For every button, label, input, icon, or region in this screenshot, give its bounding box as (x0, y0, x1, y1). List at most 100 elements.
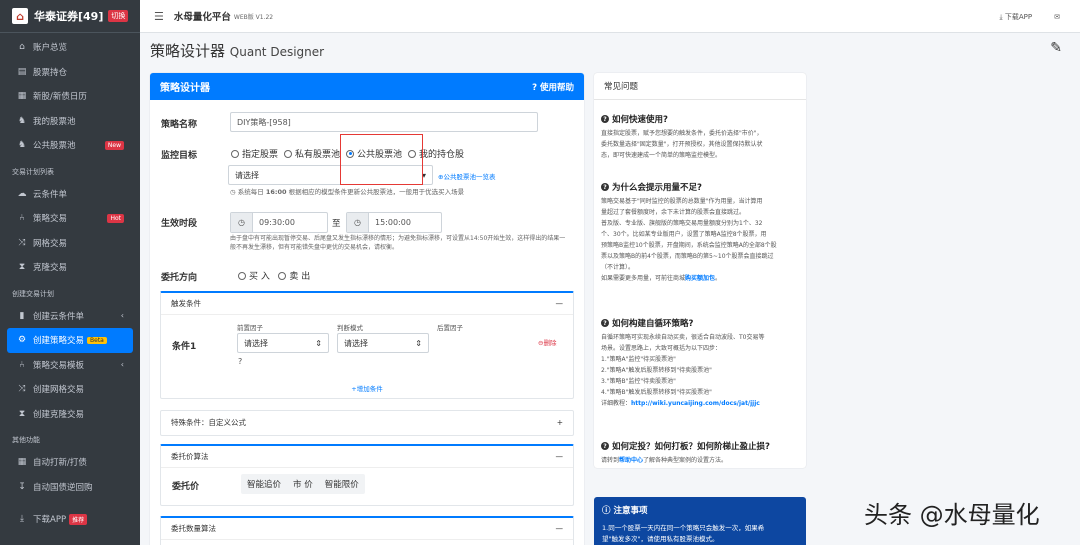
quantity-header: 委托数量算法 — (161, 518, 573, 540)
market-price-option[interactable]: 市 价 (287, 474, 319, 494)
trigger-title: 触发条件 (171, 299, 201, 308)
faq-answer-line: 个、30个。比如某专业版用户，设置了策略A监控8个股票，用 (601, 231, 767, 238)
nav-icon: ▦ (17, 457, 27, 468)
help-link[interactable]: ? 使用帮助 (532, 81, 574, 93)
end-time-input[interactable]: ◷ 15:00:00 (346, 212, 442, 233)
sidebar-item-mid-3[interactable]: ⧗ 克隆交易 (0, 255, 140, 280)
sidebar-item-top-4[interactable]: ♞ 公共股票池 New (0, 133, 140, 158)
download-app-link[interactable]: ⤓ 下载APP (1000, 12, 1033, 22)
direction-radios: 买 入 卖 出 (238, 269, 316, 282)
sidebar-item-top-0[interactable]: ⌂ 账户总览 (0, 35, 140, 60)
sidebar-item-top-3[interactable]: ♞ 我的股票池 (0, 109, 140, 134)
faq-answer-line: 自循环策略可实现永续自动买卖，很适合自动波段、T0交易等 (601, 334, 765, 341)
back-factor-label: 后置因子 (437, 324, 463, 332)
sidebar-item-create-0[interactable]: ▮ 创建云条件单 ‹ (0, 304, 140, 329)
collapse-icon[interactable]: — (556, 452, 564, 461)
app-title: 水母量化平台 (173, 12, 231, 23)
time-note: 由于盘中有可能出现暂停交易、后尾盘又发生指标漂移的情形；为避免指标漂移，可设置从… (230, 235, 566, 251)
target-radio-label: 私有股票池 (295, 150, 341, 160)
buy-quota-link[interactable]: 购买额加包 (685, 275, 715, 282)
start-time-input[interactable]: ◷ 09:30:00 (230, 212, 328, 233)
question-icon[interactable]: ? (238, 357, 242, 366)
faq-header: 常见问题 (594, 73, 806, 100)
sidebar-item-download-app[interactable]: ⤓ 下载APP 推荐 (0, 507, 140, 532)
chevron-updown-icon: ⇕ (415, 338, 422, 348)
collapse-icon[interactable]: — (556, 524, 564, 533)
nav-icon: ↧ (18, 481, 26, 492)
nav-badge: Hot (107, 213, 124, 223)
pool-note-post: 根据相应的模型条件更新公共股票池，一般用于优选买入场景 (288, 188, 465, 196)
designer-header: 策略设计器 ? 使用帮助 (150, 73, 584, 100)
radio-circle (284, 149, 293, 158)
special-condition-card[interactable]: 特殊条件：自定义公式 + (160, 410, 574, 436)
sidebar-item-create-1[interactable]: ⚙ 创建策略交易 Beta (7, 328, 133, 353)
tutorial-link[interactable]: http://wiki.yuncaijing.com/docs/jat/jjjc (631, 400, 760, 407)
mail-icon[interactable]: ✉ (1054, 13, 1060, 21)
smart-limit-option[interactable]: 智能限价 (319, 474, 365, 494)
nav-icon: ⑃ (19, 359, 25, 370)
chevron-left-icon: ‹ (120, 360, 124, 370)
sidebar-item-label: 策略交易 (33, 214, 68, 225)
faq-question: ? 如何构建自循环策略? (601, 317, 801, 329)
delete-condition-button[interactable]: ⊖删除 (538, 337, 556, 347)
pool-list-link[interactable]: ⊕公共股票池一览表 (438, 171, 495, 181)
faq-answer-more: 如果需要更多用量，可前往商城购买额加包。 (601, 273, 801, 284)
faq-tutorial: 详细教程：http://wiki.yuncaijing.com/docs/jat… (601, 398, 801, 409)
sidebar-item-create-2[interactable]: ⑃ 策略交易模板 ‹ (0, 353, 140, 378)
faq-dca: ? 如何定投？如何打板？如何阶梯止盈止损? 请转到帮助中心了解各种典型案例的设置方… (601, 440, 801, 466)
sidebar-item-top-2[interactable]: ▦ 新股/新债日历 (0, 84, 140, 109)
switch-broker-button[interactable]: 切换 (108, 10, 129, 22)
clock-icon: ◷ (347, 213, 369, 232)
question-icon: ? (601, 183, 609, 191)
target-radio-0[interactable]: 指定股票 (231, 147, 278, 160)
sidebar-item-other-1[interactable]: ↧ 自动国债逆回购 (0, 475, 140, 500)
brand: ⌂ 华泰证券[49] 切换 (0, 0, 140, 33)
sidebar-item-mid-0[interactable]: ☁ 云条件单 (0, 182, 140, 207)
faq-answer-line: 策略交易基于"同时监控的股票的总数量"作为用量，当计算用 (601, 198, 763, 205)
sidebar-item-label: 我的股票池 (33, 116, 76, 127)
question-icon: ? (601, 319, 609, 327)
page-title: 策略设计器 Quant Designer (150, 40, 324, 61)
start-time-value: 09:30:00 (259, 218, 295, 227)
sidebar-item-mid-2[interactable]: ⤨ 网格交易 (0, 231, 140, 256)
collapse-icon[interactable]: — (556, 299, 564, 308)
nav-section-other: 其他功能 (12, 436, 40, 444)
faq-answer-line: （不计算）。 (601, 264, 635, 271)
faq-answer-line: 预策略B监控10个股票，开盘期间，系统会监控策略A的全部8个股 (601, 242, 777, 249)
sidebar-item-create-3[interactable]: ⤨ 创建网格交易 (0, 377, 140, 402)
judge-mode-select[interactable]: 请选择 ⇕ (337, 333, 429, 353)
magic-wand-icon[interactable]: ✎ (1050, 40, 1062, 56)
faq-answer-line: 态，即可快速建成一个简单的策略监控模型。 (601, 152, 722, 159)
faq-answer-line: 直接指定股票，赋予您想要的触发条件，委托价选择"市价"， (601, 130, 763, 137)
target-radio-1[interactable]: 私有股票池 (284, 147, 340, 160)
sidebar-item-mid-1[interactable]: ⑃ 策略交易 Hot (0, 206, 140, 231)
question-icon: ? (601, 115, 609, 123)
strategy-name-label: 策略名称 (161, 120, 198, 130)
house-logo-icon: ⌂ (12, 8, 28, 24)
sidebar-item-label: 网格交易 (33, 238, 68, 249)
sidebar-item-create-4[interactable]: ⧗ 创建克隆交易 (0, 402, 140, 427)
direction-sell-radio[interactable]: 卖 出 (278, 269, 310, 282)
sidebar-item-other-0[interactable]: ▦ 自动打新/打债 (0, 450, 140, 475)
nav-icon: ▮ (19, 310, 25, 321)
sidebar-item-label: 账户总览 (33, 43, 68, 54)
pool-list-label: 公共股票池一览表 (443, 173, 496, 181)
front-factor-select[interactable]: 请选择 ⇕ (237, 333, 329, 353)
sidebar-item-top-1[interactable]: ▤ 股票持仓 (0, 60, 140, 85)
menu-toggle-icon[interactable]: ☰ (154, 10, 164, 23)
notice-line-2: 望"触发多次"，请使用私有股票池模式。 (602, 535, 719, 543)
smart-chase-option[interactable]: 智能追价 (241, 474, 287, 494)
radio-circle (278, 271, 287, 280)
chevron-left-icon: ‹ (120, 311, 124, 321)
expand-icon[interactable]: + (557, 418, 563, 427)
sidebar-item-label: 创建云条件单 (33, 311, 85, 322)
add-condition-button[interactable]: +增加条件 (161, 383, 573, 393)
help-center-link[interactable]: 帮助中心 (619, 457, 643, 464)
effective-time-label: 生效时段 (161, 219, 198, 229)
judge-mode-value: 请选择 (344, 338, 368, 348)
faq-a4-post: 了解各种典型案例的设置方法。 (643, 457, 728, 464)
direction-buy-radio[interactable]: 买 入 (238, 269, 270, 282)
faq-question: ? 为什么会提示用量不足? (601, 181, 801, 193)
recommend-badge: 推荐 (69, 513, 88, 525)
strategy-name-input[interactable]: DIY策略-[958] (230, 112, 538, 132)
